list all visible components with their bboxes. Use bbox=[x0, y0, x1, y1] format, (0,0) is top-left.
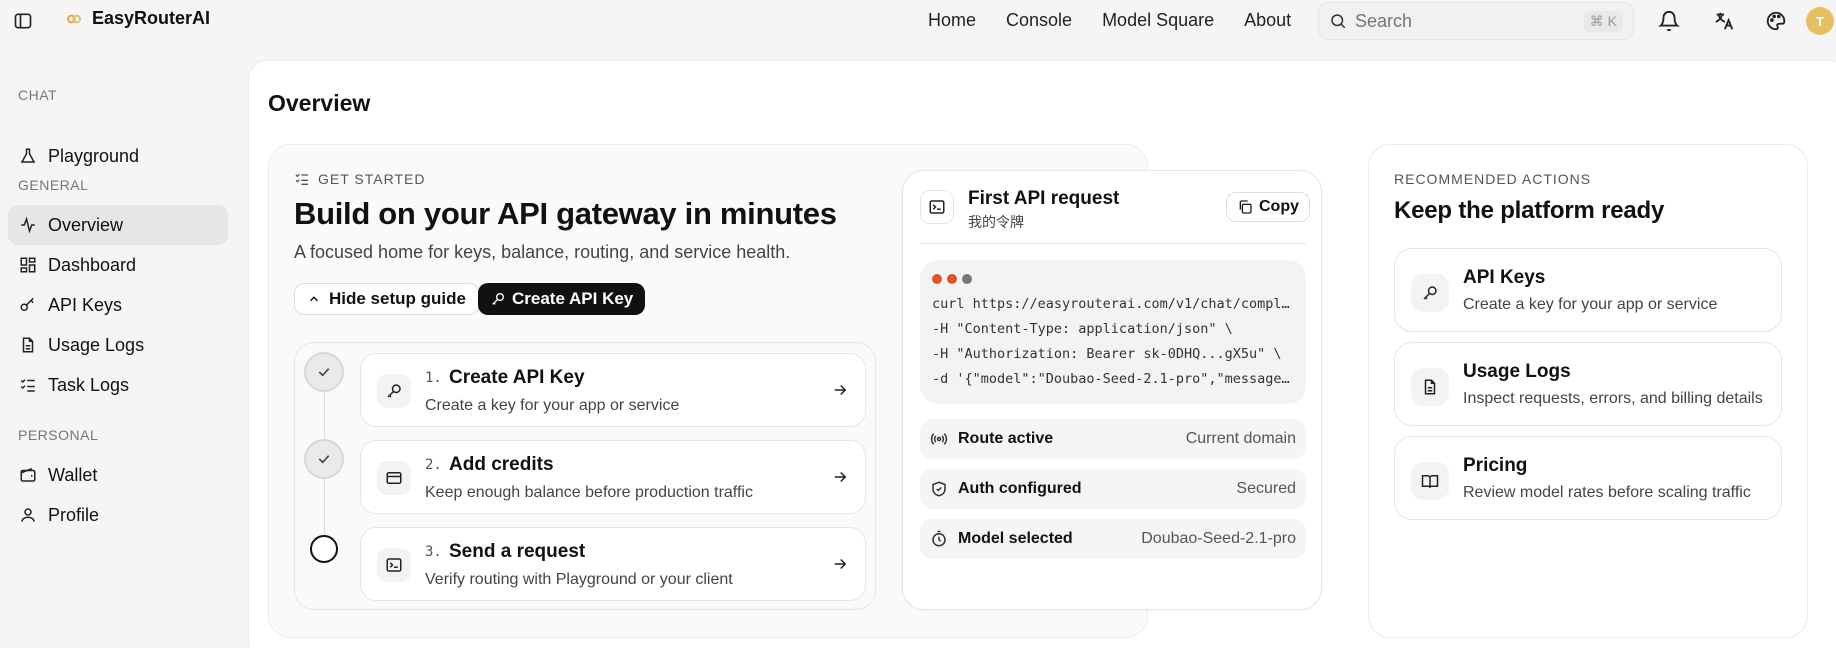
sidebar-item-task-logs[interactable]: Task Logs bbox=[8, 365, 228, 405]
search-icon bbox=[1329, 12, 1347, 30]
sidebar-item-dashboard[interactable]: Dashboard bbox=[8, 245, 228, 285]
create-api-key-button[interactable]: Create API Key bbox=[478, 283, 646, 315]
divider bbox=[920, 243, 1306, 244]
get-started-eyebrow: GET STARTED bbox=[294, 171, 425, 187]
list-checks-icon bbox=[294, 171, 310, 187]
list-checks-icon bbox=[18, 375, 38, 395]
status-model-selected: Model selected Doubao-Seed-2.1-pro bbox=[920, 519, 1306, 559]
recommended-item-pricing[interactable]: Pricing Review model rates before scalin… bbox=[1394, 436, 1782, 520]
sidebar-item-profile[interactable]: Profile bbox=[8, 495, 228, 535]
search-input[interactable] bbox=[1355, 10, 1575, 32]
sidebar-item-api-keys[interactable]: API Keys bbox=[8, 285, 228, 325]
step-3-status-circle-icon bbox=[310, 535, 338, 563]
timer-icon bbox=[930, 530, 948, 548]
recommended-item-usage-logs[interactable]: Usage Logs Inspect requests, errors, and… bbox=[1394, 342, 1782, 426]
brand-name: EasyRouterAI bbox=[92, 8, 211, 28]
terminal-icon bbox=[920, 190, 954, 224]
code-line: -d '{"model":"Doubao-Seed-2.1-pro","mess… bbox=[932, 371, 1294, 387]
hide-setup-guide-button[interactable]: Hide setup guide bbox=[294, 283, 479, 315]
radio-icon bbox=[930, 430, 948, 448]
arrow-right-icon bbox=[831, 555, 849, 573]
top-nav: Home Console Model Square About bbox=[928, 10, 1321, 31]
sidebar-item-playground[interactable]: Playground bbox=[8, 136, 228, 176]
sidebar-toggle-icon[interactable] bbox=[12, 10, 34, 32]
window-dot-icon bbox=[932, 274, 942, 284]
sidebar-item-usage-logs[interactable]: Usage Logs bbox=[8, 325, 228, 365]
window-dot-icon bbox=[947, 274, 957, 284]
api-request-token-name: 我的令牌 bbox=[968, 215, 1024, 231]
terminal-icon bbox=[377, 548, 411, 582]
user-icon bbox=[18, 505, 38, 525]
bell-icon[interactable] bbox=[1657, 9, 1681, 33]
code-line: -H "Authorization: Bearer sk-0DHQ...gX5u… bbox=[932, 346, 1282, 362]
code-line: -H "Content-Type: application/json" \ bbox=[932, 321, 1233, 337]
code-line: curl https://easyrouterai.com/v1/chat/co… bbox=[932, 296, 1294, 312]
get-started-subtitle: A focused home for keys, balance, routin… bbox=[294, 242, 791, 262]
copy-button[interactable]: Copy bbox=[1226, 192, 1310, 222]
status-route-active: Route active Current domain bbox=[920, 419, 1306, 459]
translate-icon[interactable] bbox=[1712, 9, 1736, 33]
avatar[interactable]: T bbox=[1806, 7, 1834, 35]
chevron-up-icon bbox=[307, 292, 321, 306]
step-card-add-credits[interactable]: 2. Add credits Keep enough balance befor… bbox=[360, 440, 866, 514]
sidebar-section-chat: CHAT bbox=[18, 87, 58, 103]
brand[interactable]: EasyRouterAI bbox=[66, 8, 210, 29]
key-icon bbox=[377, 374, 411, 408]
brand-logo-icon bbox=[66, 11, 82, 27]
flask-icon bbox=[18, 146, 38, 166]
file-text-icon bbox=[18, 335, 38, 355]
key-icon bbox=[1411, 274, 1449, 312]
arrow-right-icon bbox=[831, 468, 849, 486]
api-request-title: First API request bbox=[968, 188, 1120, 209]
sidebar-item-overview[interactable]: Overview bbox=[8, 205, 228, 245]
step-2-status-check-icon bbox=[304, 439, 344, 479]
activity-icon bbox=[18, 215, 38, 235]
search-shortcut: ⌘ K bbox=[1583, 10, 1623, 32]
step-card-create-api-key[interactable]: 1. Create API Key Create a key for your … bbox=[360, 353, 866, 427]
key-icon bbox=[18, 295, 38, 315]
sidebar-item-wallet[interactable]: Wallet bbox=[8, 455, 228, 495]
nav-model-square[interactable]: Model Square bbox=[1102, 10, 1214, 31]
status-auth-configured: Auth configured Secured bbox=[920, 469, 1306, 509]
window-dots bbox=[932, 274, 1294, 284]
sidebar-section-personal: PERSONAL bbox=[18, 427, 99, 443]
copy-icon bbox=[1237, 199, 1253, 215]
top-bar: EasyRouterAI Home Console Model Square A… bbox=[0, 0, 1836, 42]
recommended-title: Keep the platform ready bbox=[1394, 197, 1665, 224]
nav-about[interactable]: About bbox=[1244, 10, 1291, 31]
recommended-eyebrow: RECOMMENDED ACTIONS bbox=[1394, 171, 1592, 187]
wallet-icon bbox=[18, 465, 38, 485]
file-text-icon bbox=[1411, 368, 1449, 406]
recommended-item-api-keys[interactable]: API Keys Create a key for your app or se… bbox=[1394, 248, 1782, 332]
sidebar-section-general: GENERAL bbox=[18, 177, 89, 193]
palette-icon[interactable] bbox=[1764, 9, 1788, 33]
step-1-status-check-icon bbox=[304, 352, 344, 392]
window-dot-icon bbox=[962, 274, 972, 284]
book-open-icon bbox=[1411, 462, 1449, 500]
get-started-title: Build on your API gateway in minutes bbox=[294, 196, 837, 231]
key-icon bbox=[490, 291, 506, 307]
code-snippet[interactable]: curl https://easyrouterai.com/v1/chat/co… bbox=[920, 260, 1306, 404]
page-title: Overview bbox=[268, 90, 371, 116]
nav-home[interactable]: Home bbox=[928, 10, 976, 31]
grid-icon bbox=[18, 255, 38, 275]
search-box[interactable]: ⌘ K bbox=[1318, 2, 1634, 40]
credit-card-icon bbox=[377, 461, 411, 495]
nav-console[interactable]: Console bbox=[1006, 10, 1072, 31]
sidebar: CHAT Playground GENERAL Overview Dashboa… bbox=[0, 42, 240, 648]
shield-check-icon bbox=[930, 480, 948, 498]
arrow-right-icon bbox=[831, 381, 849, 399]
step-card-send-request[interactable]: 3. Send a request Verify routing with Pl… bbox=[360, 527, 866, 601]
